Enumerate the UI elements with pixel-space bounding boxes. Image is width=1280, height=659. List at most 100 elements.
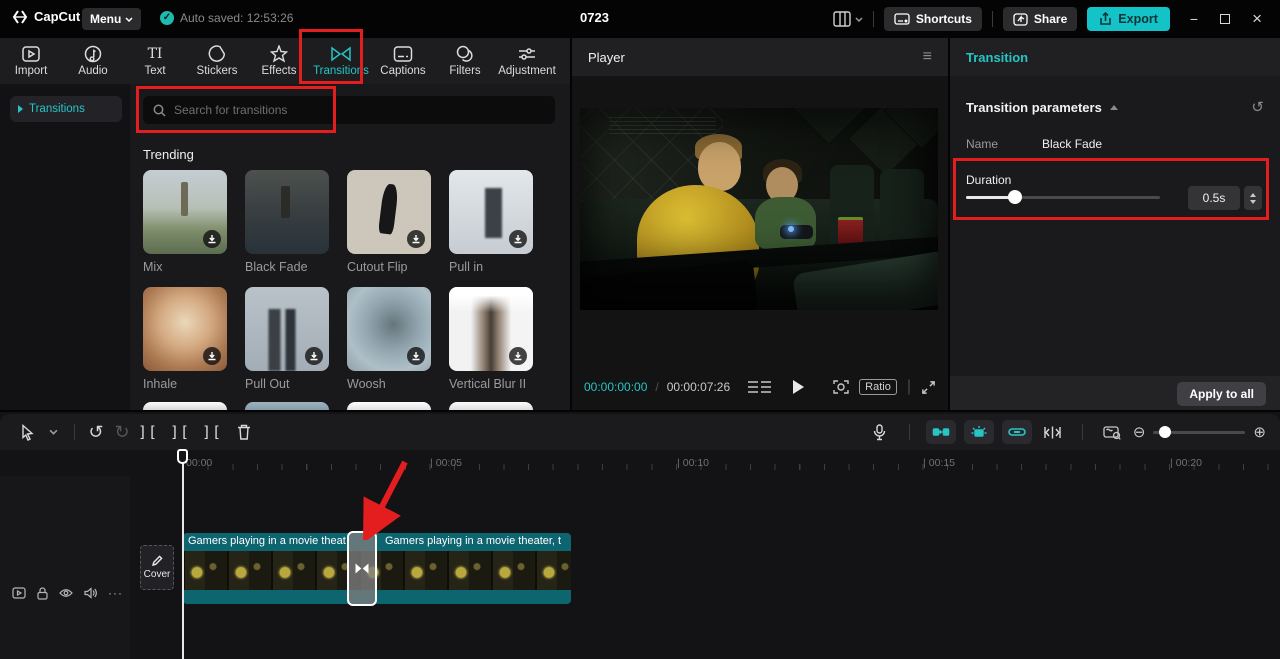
section-title: Trending xyxy=(143,147,194,162)
search-input[interactable] xyxy=(174,103,545,117)
media-tab-bar: Import Audio TI Text Stickers Effects Tr… xyxy=(0,38,570,84)
delete-button[interactable] xyxy=(231,419,257,445)
params-header[interactable]: Transition parameters xyxy=(966,100,1102,115)
captions-icon xyxy=(393,45,413,63)
share-icon xyxy=(1013,13,1028,26)
transition-thumbnail[interactable] xyxy=(449,170,533,254)
shortcuts-button[interactable]: Shortcuts xyxy=(884,7,982,31)
preview-quality-icon[interactable] xyxy=(748,381,771,393)
download-icon xyxy=(407,347,425,365)
transition-thumbnail[interactable] xyxy=(143,170,227,254)
tab-import[interactable]: Import xyxy=(0,45,62,77)
tab-adjustment[interactable]: Adjustment xyxy=(496,45,558,77)
zoom-knob[interactable] xyxy=(1159,426,1171,438)
auto-preview-toggle[interactable] xyxy=(964,420,994,444)
split-left-button[interactable]: ][ xyxy=(135,419,161,445)
eye-icon[interactable] xyxy=(59,588,73,598)
download-icon xyxy=(509,230,527,248)
step-up-icon[interactable] xyxy=(1250,193,1256,197)
transition-thumbnail[interactable] xyxy=(245,287,329,371)
transition-inspector: Transition Transition parameters ↺ Name … xyxy=(950,38,1280,412)
tab-text[interactable]: TI Text xyxy=(124,45,186,77)
divider xyxy=(873,11,874,27)
capcut-window: CapCut Menu ✓ Auto saved: 12:53:26 0723 … xyxy=(0,0,1280,659)
step-down-icon[interactable] xyxy=(1250,200,1256,204)
transition-card-pull-out[interactable]: Pull Out xyxy=(245,287,329,404)
duration-stepper[interactable] xyxy=(1244,186,1262,210)
tab-stickers[interactable]: Stickers xyxy=(186,45,248,77)
undo-button[interactable]: ↺ xyxy=(83,419,109,445)
transitions-library: Trending Mix Black Fade Cutout Flip xyxy=(130,84,570,412)
close-button[interactable]: × xyxy=(1252,9,1262,29)
transition-card-inhale[interactable]: Inhale xyxy=(143,287,227,404)
timeline-zoom-slider[interactable] xyxy=(1153,431,1245,434)
transition-thumbnail[interactable] xyxy=(347,287,431,371)
split-button[interactable]: ][ xyxy=(167,419,193,445)
split-right-button[interactable]: ][ xyxy=(199,419,225,445)
cover-button[interactable]: Cover xyxy=(140,545,174,590)
fullscreen-icon[interactable] xyxy=(921,380,936,395)
ratio-button[interactable]: Ratio xyxy=(859,379,897,395)
adjustment-icon xyxy=(517,45,537,63)
effects-icon xyxy=(269,45,289,63)
video-preview[interactable] xyxy=(580,108,938,310)
search-box[interactable] xyxy=(143,96,555,124)
duration-slider[interactable] xyxy=(966,196,1160,199)
export-button[interactable]: Export xyxy=(1087,7,1170,31)
record-voiceover-button[interactable] xyxy=(867,419,893,445)
transition-card-vertical-blur[interactable]: Vertical Blur II xyxy=(449,287,533,404)
video-clip-row[interactable]: Gamers playing in a movie theat Gamers p… xyxy=(183,533,571,604)
menu-button[interactable]: Menu xyxy=(82,8,141,30)
player-menu-icon[interactable]: ≡ xyxy=(923,48,932,66)
select-tool[interactable] xyxy=(14,419,40,445)
transition-card-woosh[interactable]: Woosh xyxy=(347,287,431,404)
redo-button: ↻ xyxy=(109,419,135,445)
zoom-in-icon[interactable]: ⊕ xyxy=(1253,423,1266,441)
tab-audio[interactable]: Audio xyxy=(62,45,124,77)
transition-card-black-fade[interactable]: Black Fade xyxy=(245,170,329,287)
top-bar: CapCut Menu ✓ Auto saved: 12:53:26 0723 … xyxy=(0,0,1280,38)
magnetic-snap-toggle[interactable] xyxy=(926,420,956,444)
layout-switcher[interactable] xyxy=(833,11,863,27)
sidebar-item-transitions[interactable]: Transitions xyxy=(10,96,122,122)
tab-effects[interactable]: Effects xyxy=(248,45,310,77)
tab-transitions[interactable]: Transitions xyxy=(310,45,372,77)
show-transitions-button[interactable] xyxy=(1040,419,1066,445)
playhead-handle[interactable] xyxy=(177,449,188,464)
timeline-transition-element[interactable] xyxy=(347,531,377,606)
maximize-button[interactable] xyxy=(1220,14,1230,24)
zoom-out-icon[interactable]: ⊖ xyxy=(1133,423,1146,441)
clip-filmstrip[interactable] xyxy=(183,551,571,590)
play-button[interactable] xyxy=(793,380,804,394)
lock-icon[interactable] xyxy=(37,587,48,600)
transition-thumbnail[interactable] xyxy=(245,170,329,254)
transition-card-cutout-flip[interactable]: Cutout Flip xyxy=(347,170,431,287)
playhead-line[interactable] xyxy=(182,452,184,659)
transition-card-mix[interactable]: Mix xyxy=(143,170,227,287)
speaker-icon[interactable] xyxy=(84,587,97,599)
timeline-ruler[interactable]: 00:00 00:05 00:10 00:15 00:20 xyxy=(130,452,1280,476)
download-icon xyxy=(305,347,323,365)
preview-frame-button[interactable] xyxy=(1099,419,1125,445)
slider-knob[interactable] xyxy=(1008,190,1022,204)
sparkle-icon xyxy=(970,425,988,439)
minimize-button[interactable]: − xyxy=(1190,11,1198,27)
transition-name-value: Black Fade xyxy=(1042,137,1102,151)
duration-value[interactable]: 0.5s xyxy=(1188,186,1240,210)
reset-icon[interactable]: ↺ xyxy=(1251,98,1264,116)
tab-filters[interactable]: Filters xyxy=(434,45,496,77)
ruler-label: 00:15 xyxy=(923,457,955,469)
clip-label: Gamers playing in a movie theat xyxy=(188,535,346,547)
transition-card-pull-in[interactable]: Pull in xyxy=(449,170,533,287)
link-toggle[interactable] xyxy=(1002,420,1032,444)
select-tool-dropdown[interactable] xyxy=(40,419,66,445)
focus-scan-icon[interactable] xyxy=(833,379,849,395)
transition-thumbnail[interactable] xyxy=(449,287,533,371)
transition-thumbnail[interactable] xyxy=(347,170,431,254)
more-icon[interactable]: ··· xyxy=(108,586,123,600)
apply-to-all-button[interactable]: Apply to all xyxy=(1177,382,1266,406)
transition-thumbnail[interactable] xyxy=(143,287,227,371)
share-button[interactable]: Share xyxy=(1003,7,1077,31)
tab-captions[interactable]: Captions xyxy=(372,45,434,77)
collapse-icon[interactable] xyxy=(1110,105,1118,110)
